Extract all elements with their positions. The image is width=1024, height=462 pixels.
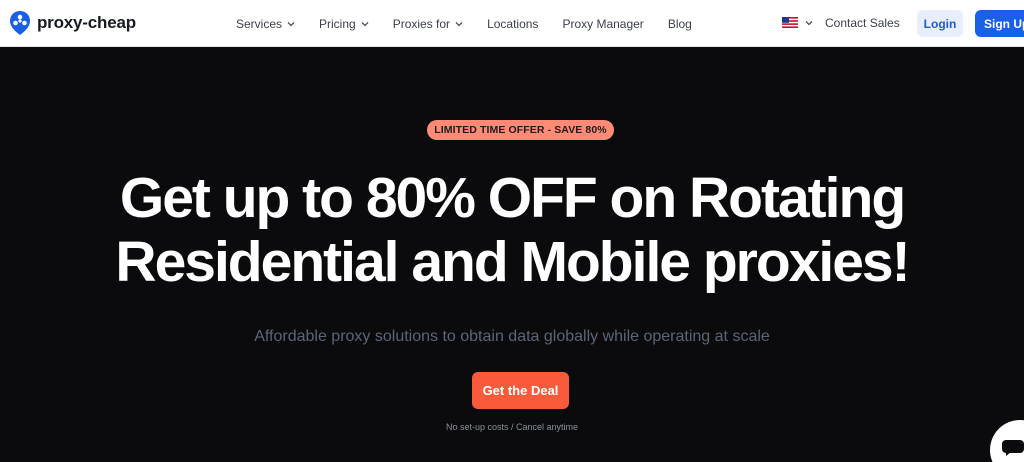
main-menu: Services Pricing Proxies for Locations P… [236,0,716,47]
nav-item-label: Proxies for [392,16,451,31]
nav-item-label: Services [236,16,283,31]
get-deal-button[interactable]: Get the Deal [472,372,569,409]
nav-item-label: Pricing [319,16,356,31]
brand-name: proxy-cheap [37,13,136,32]
contact-sales-link[interactable]: Contact Sales [825,16,900,30]
login-button[interactable]: Login [917,10,963,37]
signup-button[interactable]: Sign Up [975,10,1024,37]
hero-section: LIMITED TIME OFFER - SAVE 80% Get up to … [0,48,1024,462]
nav-item-locations[interactable]: Locations [487,17,538,31]
chat-bubble-icon [1002,440,1024,456]
offer-badge: LIMITED TIME OFFER - SAVE 80% [427,120,614,140]
us-flag-icon[interactable] [782,17,798,28]
brand-logo[interactable]: proxy-cheap [9,10,136,36]
chevron-down-icon [287,21,295,26]
nav-item-blog[interactable]: Blog [668,17,692,31]
nav-item-proxies-for[interactable]: Proxies for [393,17,463,31]
hero-headline: Get up to 80% OFF on Rotating Residentia… [0,166,1024,294]
chevron-down-icon [361,21,369,26]
nav-item-pricing[interactable]: Pricing [319,17,369,31]
language-chevron-icon[interactable] [805,19,813,27]
hero-subtitle: Affordable proxy solutions to obtain dat… [254,328,770,345]
logo-pin-icon [10,11,30,35]
headline-line-2: Residential and Mobile proxies! [115,230,910,294]
nav-item-services[interactable]: Services [236,17,295,31]
nav-item-label: Proxy Manager [562,16,644,31]
top-navigation: proxy-cheap Services Pricing Proxies for… [0,0,1024,47]
chevron-down-icon [455,21,463,26]
nav-item-label: Blog [667,16,692,31]
headline-line-1: Get up to 80% OFF on Rotating [119,166,906,230]
nav-item-label: Locations [487,16,539,31]
nav-item-proxy-manager[interactable]: Proxy Manager [562,17,643,31]
no-setup-note: No set-up costs / Cancel anytime [445,422,579,432]
